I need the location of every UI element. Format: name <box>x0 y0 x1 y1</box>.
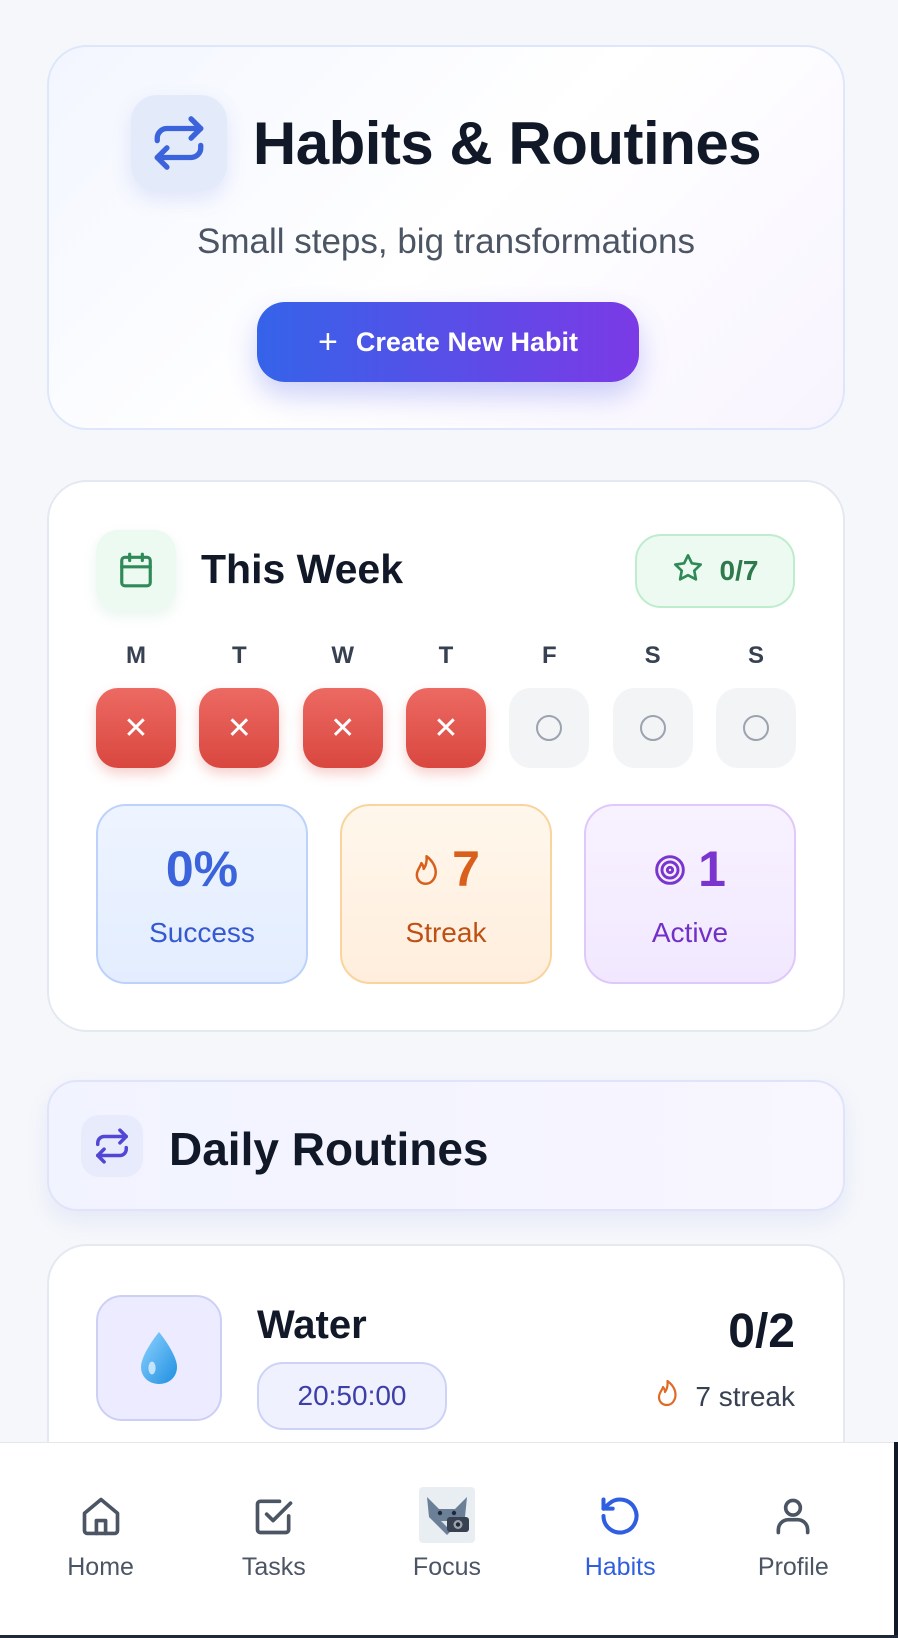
routines-section-header: Daily Routines <box>47 1080 845 1211</box>
home-icon <box>79 1493 123 1539</box>
day-letter: M <box>126 642 146 669</box>
streak-value-row: 7 <box>412 839 480 899</box>
week-title: This Week <box>201 546 404 592</box>
habit-name: Water <box>257 1303 367 1347</box>
nav-label: Home <box>67 1553 134 1581</box>
circle-icon <box>742 715 769 741</box>
plus-icon: + <box>318 323 338 361</box>
day-letter: T <box>231 642 247 669</box>
cross-icon: ✕ <box>433 711 459 745</box>
success-stat: 0% Success <box>96 804 308 984</box>
bottom-navigation: Home Tasks Focus Habits Profile <box>0 1442 894 1638</box>
day-status-button[interactable]: ✕ <box>302 688 383 768</box>
create-habit-label: Create New Habit <box>355 326 578 357</box>
day-friday: F <box>509 642 590 768</box>
day-status-button[interactable]: ✕ <box>199 688 280 768</box>
repeat-icon <box>130 95 227 191</box>
page-subtitle: Small steps, big transformations <box>197 222 695 261</box>
active-label: Active <box>651 917 729 948</box>
habit-streak: 7 streak <box>655 1378 795 1415</box>
week-card: This Week 0/7 M ✕ T ✕ W ✕ T ✕ F S S 0% S… <box>47 480 845 1032</box>
active-value: 1 <box>698 841 726 897</box>
hero-card: Habits & Routines Small steps, big trans… <box>47 45 845 430</box>
water-drop-icon <box>96 1295 222 1421</box>
nav-habits[interactable]: Habits <box>545 1443 695 1582</box>
day-sunday: S <box>715 642 796 768</box>
day-status-button[interactable]: ✕ <box>405 688 486 768</box>
day-letter: T <box>438 642 454 669</box>
day-monday: M ✕ <box>96 642 176 768</box>
success-value: 0% <box>165 841 239 897</box>
day-status-button[interactable]: ✕ <box>96 688 176 768</box>
day-wednesday: W ✕ <box>302 642 383 768</box>
refresh-icon <box>598 1493 642 1539</box>
nav-tasks[interactable]: Tasks <box>199 1443 349 1582</box>
day-letter: F <box>541 642 557 669</box>
habit-reminder-time: 20:50:00 <box>257 1362 447 1430</box>
fox-camera-icon <box>418 1487 475 1543</box>
screen-edge <box>894 1442 898 1638</box>
day-saturday: S <box>612 642 693 768</box>
calendar-icon <box>96 530 176 610</box>
cross-icon: ✕ <box>226 711 252 745</box>
success-label: Success <box>149 917 255 948</box>
circle-icon <box>536 715 563 741</box>
flame-icon <box>655 1378 679 1415</box>
nav-label: Profile <box>757 1553 829 1581</box>
week-days: M ✕ T ✕ W ✕ T ✕ F S S <box>96 642 796 768</box>
week-score: 0/7 <box>719 555 759 586</box>
cross-icon: ✕ <box>330 711 356 745</box>
nav-label: Habits <box>584 1553 656 1581</box>
nav-label: Tasks <box>241 1553 306 1581</box>
day-status-button[interactable] <box>509 688 590 768</box>
streak-stat: 7 Streak <box>340 804 552 984</box>
checkbox-icon <box>252 1493 296 1539</box>
day-letter: W <box>331 642 354 669</box>
week-score-badge: 0/7 <box>635 534 795 608</box>
day-tuesday: T ✕ <box>199 642 280 768</box>
target-icon <box>654 840 686 898</box>
star-icon <box>672 552 704 591</box>
day-thursday: T ✕ <box>405 642 486 768</box>
habit-streak-text: 7 streak <box>695 1380 795 1412</box>
circle-icon <box>639 715 666 741</box>
week-stats: 0% Success 7 Streak 1 Active <box>96 804 796 984</box>
cross-icon: ✕ <box>123 711 149 745</box>
repeat-icon <box>81 1115 143 1177</box>
day-letter: S <box>644 642 661 669</box>
day-letter: S <box>747 642 764 669</box>
user-icon <box>771 1493 815 1539</box>
page-title: Habits & Routines <box>252 109 762 177</box>
active-stat: 1 Active <box>584 804 796 984</box>
hero-title-row: Habits & Routines <box>49 95 843 191</box>
nav-focus[interactable]: Focus <box>372 1443 522 1582</box>
routines-title: Daily Routines <box>169 1123 489 1175</box>
streak-label: Streak <box>405 917 487 948</box>
streak-value: 7 <box>452 841 480 897</box>
nav-label: Focus <box>412 1553 482 1581</box>
flame-icon <box>412 840 440 898</box>
create-habit-button[interactable]: + Create New Habit <box>257 302 639 382</box>
nav-home[interactable]: Home <box>26 1443 176 1582</box>
active-value-row: 1 <box>654 839 726 899</box>
day-status-button[interactable] <box>715 688 796 768</box>
day-status-button[interactable] <box>612 688 693 768</box>
habit-progress-count: 0/2 <box>728 1305 795 1358</box>
nav-profile[interactable]: Profile <box>718 1443 868 1582</box>
